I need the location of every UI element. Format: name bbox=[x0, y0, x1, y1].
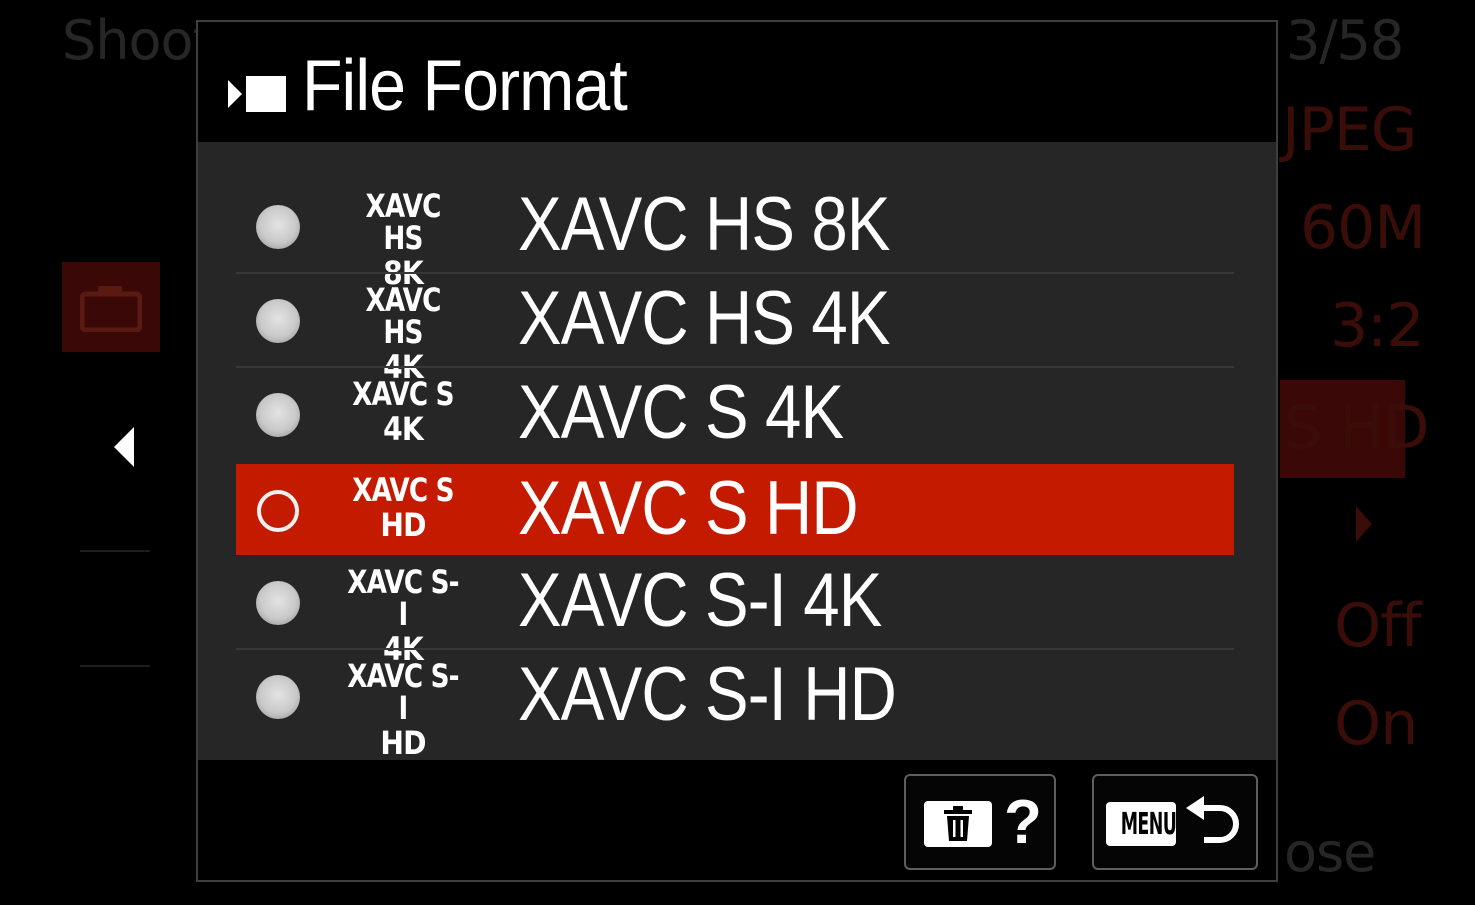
option-row-xavc-s-4k[interactable]: XAVC S 4K XAVC S 4K bbox=[236, 368, 1234, 459]
scroll-right-arrow-icon bbox=[1356, 506, 1372, 542]
option-row-xavc-hs-4k[interactable]: XAVC HS 4K XAVC HS 4K bbox=[236, 274, 1234, 383]
delete-help-button[interactable]: ? bbox=[904, 774, 1056, 870]
background-divider bbox=[80, 665, 150, 667]
option-row-xavc-hs-8k[interactable]: XAVC HS 8K XAVC HS 8K bbox=[236, 180, 1234, 289]
option-row-xavc-s-i-4k[interactable]: XAVC S-I 4K XAVC S-I 4K bbox=[236, 556, 1234, 665]
format-badge-icon: XAVC S-I 4K bbox=[332, 563, 474, 665]
format-badge-icon: XAVC HS 4K bbox=[332, 281, 474, 383]
background-page-counter: 3/58 bbox=[1286, 9, 1404, 72]
menu-back-button[interactable]: MENU bbox=[1092, 774, 1258, 870]
format-badge-icon: XAVC S HD bbox=[332, 474, 474, 548]
trash-icon bbox=[924, 801, 992, 847]
file-format-dialog: File Format XAVC HS 8K XAVC HS 8K XAVC H… bbox=[196, 20, 1278, 882]
format-badge-icon: XAVC HS 8K bbox=[332, 187, 474, 289]
camera-icon bbox=[80, 286, 142, 332]
option-label: XAVC S HD bbox=[518, 466, 859, 551]
badge-line-1: XAVC S-I bbox=[347, 563, 459, 633]
radio-button-icon[interactable] bbox=[256, 205, 300, 249]
movie-icon bbox=[228, 76, 286, 112]
background-setting-value: 3:2 bbox=[1330, 291, 1425, 361]
scroll-left-arrow-icon[interactable] bbox=[114, 427, 134, 467]
badge-line-1: XAVC HS bbox=[365, 281, 441, 351]
option-label: XAVC S-I 4K bbox=[518, 558, 882, 643]
dialog-header: File Format bbox=[198, 22, 1276, 142]
format-badge-icon: XAVC S 4K bbox=[332, 378, 474, 452]
background-setting-value: Off bbox=[1334, 591, 1421, 661]
help-icon: ? bbox=[1004, 788, 1042, 857]
background-setting-value: 60M bbox=[1300, 193, 1426, 263]
option-label: XAVC S-I HD bbox=[518, 652, 897, 737]
background-camera-tab bbox=[62, 262, 160, 352]
background-close-label: ose bbox=[1284, 821, 1376, 884]
dialog-footer: ? MENU bbox=[198, 760, 1276, 880]
radio-button-selected-icon[interactable] bbox=[257, 490, 299, 532]
return-arrow-icon bbox=[1186, 796, 1239, 843]
badge-line-1: XAVC HS bbox=[365, 187, 441, 257]
background-divider bbox=[80, 550, 150, 552]
option-row-xavc-s-i-hd[interactable]: XAVC S-I HD XAVC S-I HD bbox=[236, 650, 1234, 759]
radio-button-icon[interactable] bbox=[256, 393, 300, 437]
badge-line-2: 4K bbox=[383, 410, 424, 448]
badge-line-1: XAVC S bbox=[352, 471, 454, 509]
badge-line-2: HD bbox=[380, 506, 426, 544]
background-setting-value: S HD bbox=[1284, 393, 1429, 463]
badge-line-1: XAVC S bbox=[352, 375, 454, 413]
option-row-xavc-s-hd[interactable]: XAVC S HD XAVC S HD bbox=[236, 464, 1234, 555]
format-badge-icon: XAVC S-I HD bbox=[332, 657, 474, 759]
background-setting-value: On bbox=[1334, 689, 1418, 759]
menu-key-label: MENU bbox=[1120, 807, 1177, 842]
badge-line-2: HD bbox=[380, 724, 426, 762]
background-setting-value: JPEG bbox=[1282, 95, 1417, 165]
background-tab-title: Shoot bbox=[62, 9, 214, 72]
badge-line-1: XAVC S-I bbox=[347, 657, 459, 727]
radio-button-icon[interactable] bbox=[256, 299, 300, 343]
format-option-list: XAVC HS 8K XAVC HS 8K XAVC HS 4K XAVC HS… bbox=[198, 142, 1276, 760]
radio-button-icon[interactable] bbox=[256, 675, 300, 719]
radio-button-icon[interactable] bbox=[256, 581, 300, 625]
menu-key-icon: MENU bbox=[1106, 802, 1177, 846]
option-label: XAVC S 4K bbox=[518, 370, 844, 455]
option-label: XAVC HS 4K bbox=[518, 276, 890, 361]
dialog-title: File Format bbox=[302, 46, 628, 126]
option-label: XAVC HS 8K bbox=[518, 182, 890, 267]
